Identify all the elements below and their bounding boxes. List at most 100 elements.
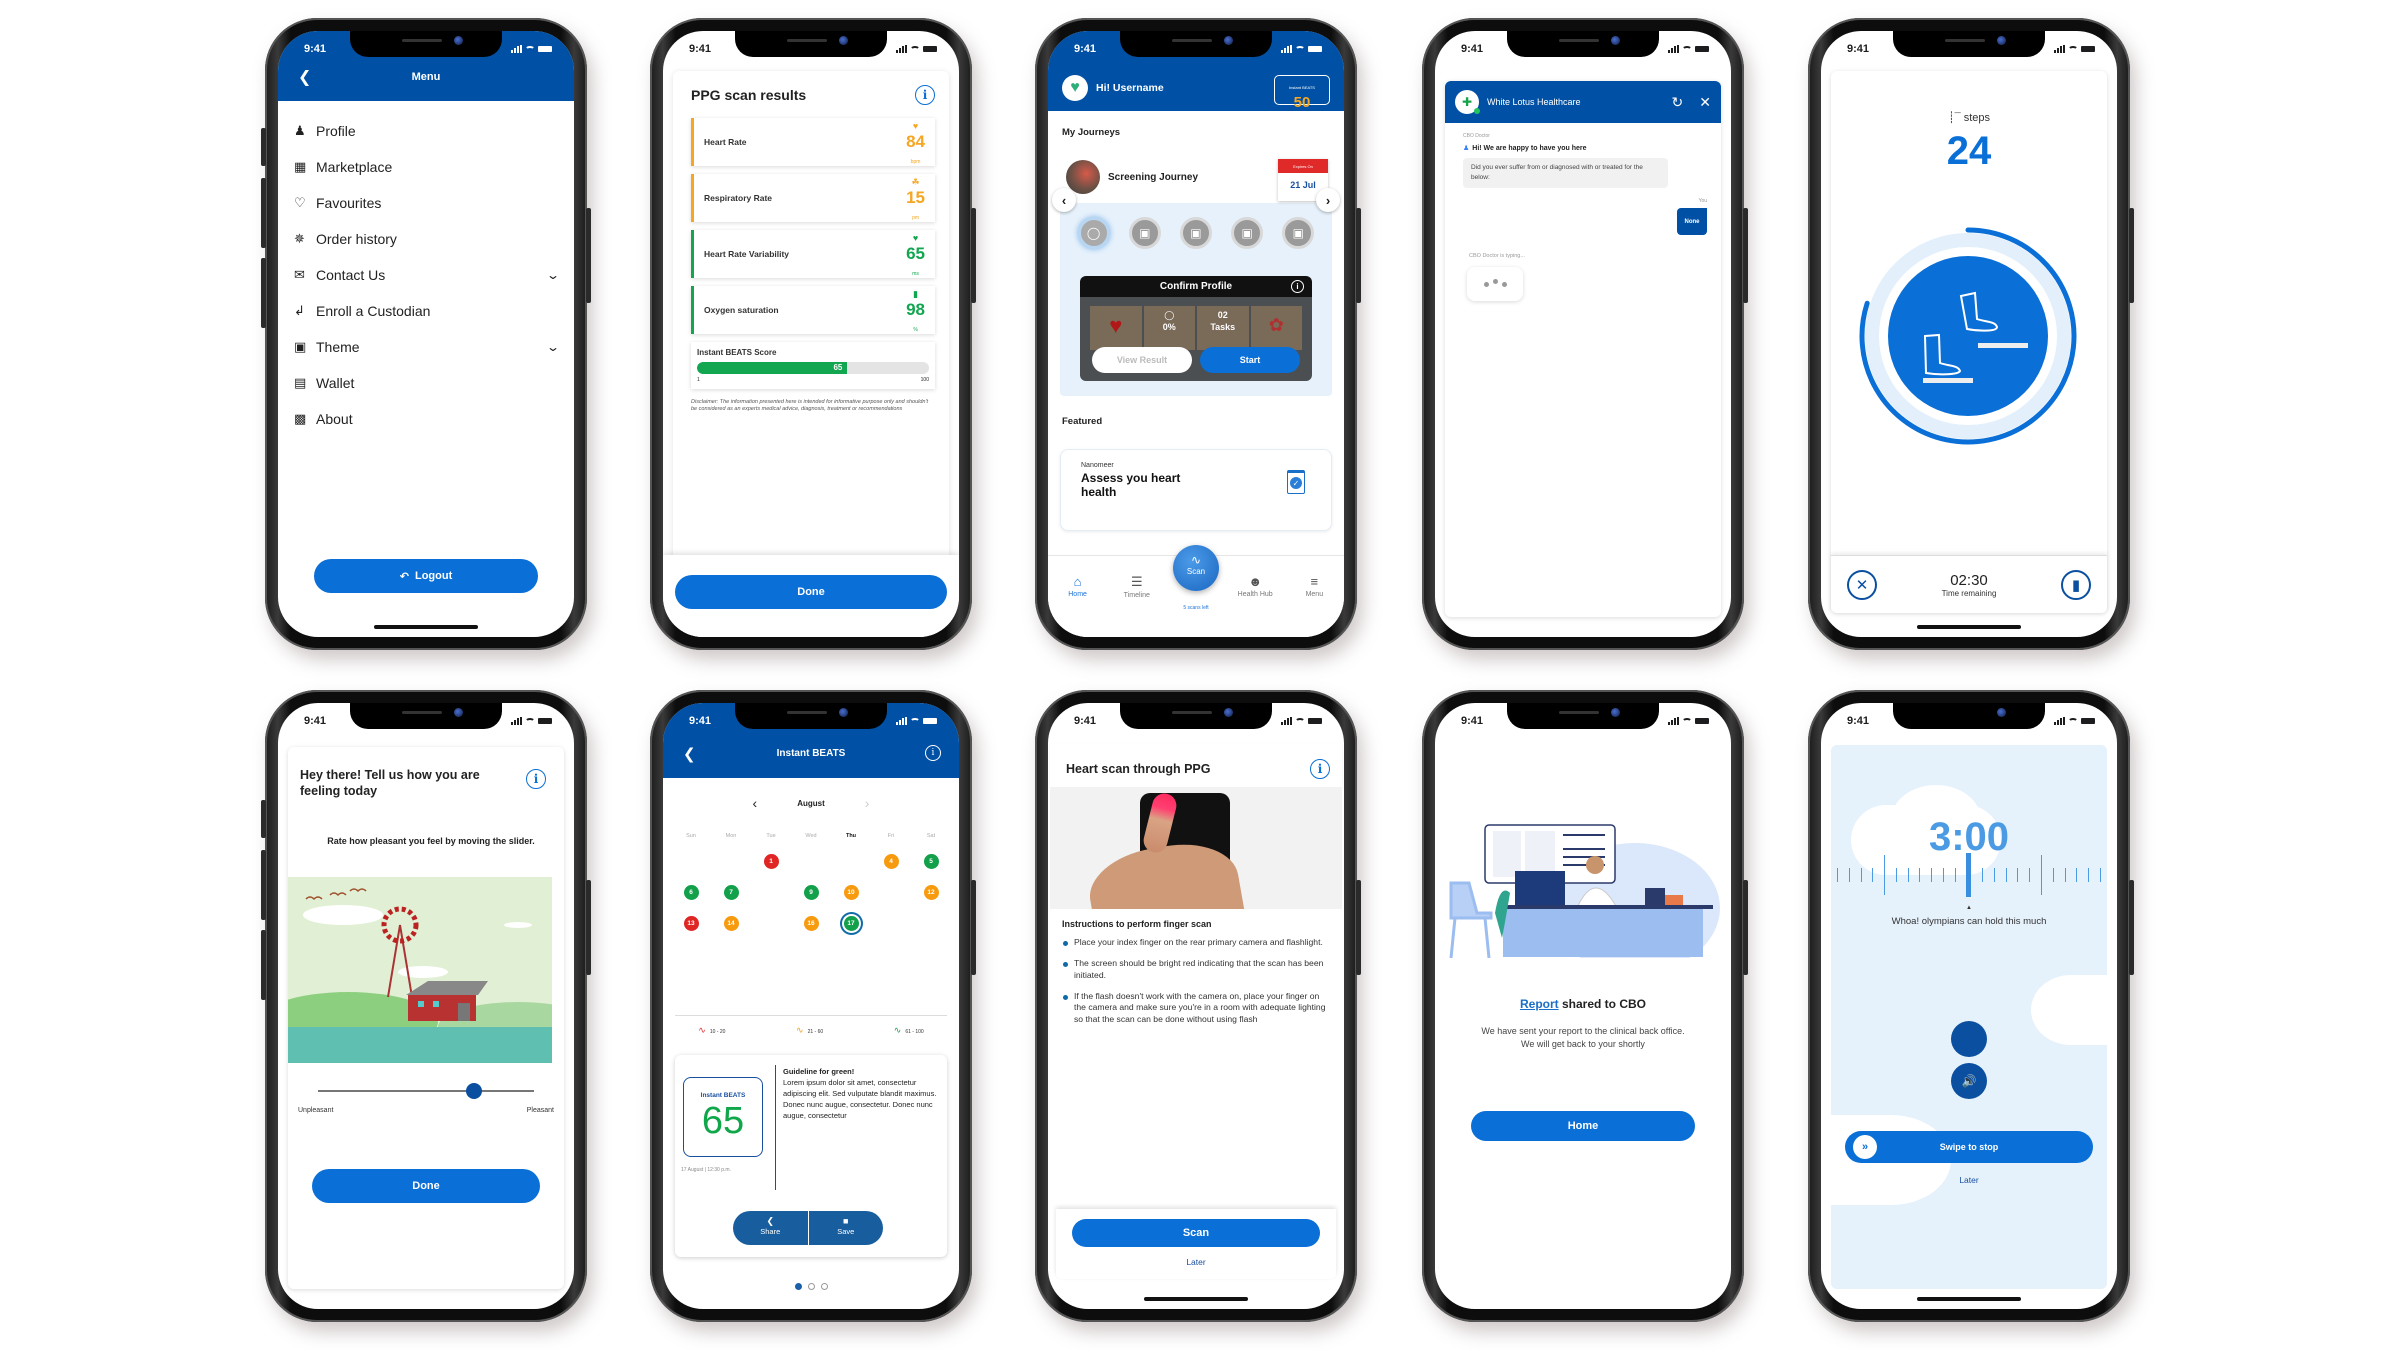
calendar-day[interactable]: 13 <box>671 914 711 932</box>
calendar-day[interactable]: 30 <box>791 976 831 994</box>
menu-item-enroll-custodian[interactable]: ↲ Enroll a Custodian <box>294 293 558 329</box>
pagination-dot[interactable] <box>807 1283 815 1290</box>
calendar-day[interactable]: 18 <box>871 914 911 932</box>
calendar-day[interactable]: 25 <box>871 945 911 963</box>
avatar[interactable]: ♥ <box>1062 75 1088 101</box>
menu-item-theme[interactable]: ▣ Theme ⌄ <box>294 329 560 365</box>
scan-button[interactable]: ∿ Scan <box>1173 545 1219 591</box>
screen: ❮ Menu 9:41 ♟ Profile ▦ Marketplace ♡ Favou… <box>278 31 574 637</box>
menu-item-marketplace[interactable]: ▦ Marketplace <box>294 149 558 185</box>
pagination-dot[interactable] <box>794 1283 802 1290</box>
report-link[interactable]: Report <box>1520 997 1559 1011</box>
lock-icon[interactable]: ▣ <box>1179 217 1212 249</box>
calendar-day[interactable]: 29 <box>751 976 791 994</box>
calendar-day[interactable]: 24 <box>831 945 871 963</box>
calendar-day[interactable]: 5 <box>911 852 951 870</box>
calendar-day[interactable]: 15 <box>751 914 791 932</box>
calendar-day[interactable]: 12 <box>911 883 951 901</box>
slider-handle[interactable] <box>465 1083 482 1099</box>
calendar-day[interactable]: 1 <box>751 852 791 870</box>
lock-icon[interactable]: ▣ <box>1128 217 1161 249</box>
menu-item-contact-us[interactable]: ✉ Contact Us ⌄ <box>294 257 560 293</box>
calendar-day[interactable]: 31 <box>711 852 751 870</box>
lock-icon[interactable]: ▣ <box>1282 217 1315 249</box>
refresh-icon[interactable]: ↻ <box>1672 94 1684 111</box>
calendar-day[interactable]: 3 <box>831 852 871 870</box>
save-button[interactable]: ■ Save <box>809 1211 884 1245</box>
save-icon: ■ <box>843 1216 849 1226</box>
scan-button[interactable]: Scan <box>1072 1219 1320 1247</box>
next-month-button[interactable]: › <box>865 795 870 811</box>
pagination-dot[interactable] <box>820 1283 828 1290</box>
calendar-day[interactable]: 8 <box>751 883 791 901</box>
calendar-day[interactable]: 26 <box>911 945 951 963</box>
info-icon[interactable]: i <box>915 85 935 105</box>
calendar-day[interactable]: 21 <box>711 945 751 963</box>
calendar-day[interactable]: 19 <box>911 914 951 932</box>
info-icon[interactable]: i <box>1310 759 1330 779</box>
phone-side-button <box>1356 208 1361 303</box>
calendar-day[interactable]: 30 <box>671 852 711 870</box>
later-link[interactable]: Later <box>1831 1175 2107 1185</box>
vibrate-button[interactable]: ▮ <box>2061 569 2091 600</box>
order-history-icon: ✵ <box>294 231 305 246</box>
calendar-day[interactable]: 9 <box>791 883 831 901</box>
cancel-button[interactable]: ✕ <box>1847 569 1877 600</box>
menu-item-favourites[interactable]: ♡ Favourites <box>294 185 558 221</box>
calendar-day[interactable]: 20 <box>671 945 711 963</box>
calendar-day[interactable]: 2 <box>791 852 831 870</box>
beats-badge[interactable]: Instant BEATS 50 <box>1274 75 1330 111</box>
calendar-day[interactable]: 6 <box>671 883 711 901</box>
info-icon[interactable]: i <box>526 769 546 789</box>
calendar-day[interactable]: 17 <box>831 914 871 932</box>
prev-month-button[interactable]: ‹ <box>753 795 758 811</box>
carousel-prev-button[interactable]: ‹ <box>1052 188 1076 212</box>
later-link[interactable]: Later <box>1056 1257 1336 1267</box>
sound-button[interactable]: 🔊 <box>1951 1063 1987 1099</box>
menu-item-wallet[interactable]: ▤ Wallet <box>294 365 558 401</box>
menu-item-profile[interactable]: ♟ Profile <box>294 113 558 149</box>
status-time: 9:41 <box>304 715 327 727</box>
calendar-day[interactable]: 27 <box>671 976 711 994</box>
calendar-day[interactable]: 14 <box>711 914 751 932</box>
step-illustration-bg <box>1888 256 2048 416</box>
lock-icon[interactable]: ▣ <box>1231 217 1264 249</box>
calendar-day[interactable]: 10 <box>831 883 871 901</box>
home-button[interactable]: Home <box>1471 1111 1695 1141</box>
calendar-day[interactable]: 31 <box>831 976 871 994</box>
share-button[interactable]: ❮ Share <box>733 1211 809 1245</box>
chevron-down-icon[interactable]: ⌄ <box>546 268 560 282</box>
chevron-down-icon[interactable]: ⌄ <box>546 340 560 354</box>
doctor-desk-illustration <box>1449 824 1720 958</box>
journey-header[interactable]: Screening Journey Expires On 21 Jul <box>1060 151 1332 203</box>
mood-slider[interactable] <box>318 1083 534 1099</box>
battery-icon <box>1695 46 1709 52</box>
calendar-day[interactable]: 22 <box>751 945 791 963</box>
calendar-day[interactable]: 7 <box>711 883 751 901</box>
menu-item-about[interactable]: ▩ About <box>294 401 558 437</box>
carousel-next-button[interactable]: › <box>1316 188 1340 212</box>
calendar-day[interactable]: 28 <box>711 976 751 994</box>
logout-button[interactable]: ↶ Logout <box>314 559 538 593</box>
start-button[interactable]: Start <box>1200 347 1300 373</box>
calendar-day[interactable]: 4 <box>871 852 911 870</box>
tab-home[interactable]: ⌂ Home <box>1056 574 1100 598</box>
calendar-day[interactable]: 11 <box>871 883 911 901</box>
done-button[interactable]: Done <box>312 1169 540 1203</box>
calendar-day[interactable]: 23 <box>791 945 831 963</box>
unlock-icon[interactable]: ◯ <box>1077 217 1110 249</box>
info-icon[interactable]: i <box>1291 280 1304 293</box>
calendar-day[interactable]: 16 <box>791 914 831 932</box>
done-button[interactable]: Done <box>675 575 947 609</box>
featured-card[interactable]: Nanomeer Assess you heart health ✓ <box>1060 449 1332 531</box>
double-chevron-right-icon[interactable]: » <box>1853 1135 1877 1159</box>
swipe-to-stop-slider[interactable]: » Swipe to stop <box>1845 1131 2093 1163</box>
tab-menu[interactable]: ≡ Menu <box>1292 574 1336 598</box>
info-icon[interactable]: i <box>925 745 941 761</box>
view-result-button[interactable]: View Result <box>1092 347 1192 373</box>
menu-item-order-history[interactable]: ✵ Order history <box>294 221 558 257</box>
tab-timeline[interactable]: ☰ Timeline <box>1115 574 1159 599</box>
close-icon[interactable]: ✕ <box>1699 94 1711 111</box>
tab-health-hub[interactable]: ☻ Health Hub <box>1233 574 1277 598</box>
steps-count: 24 <box>1946 129 1992 173</box>
